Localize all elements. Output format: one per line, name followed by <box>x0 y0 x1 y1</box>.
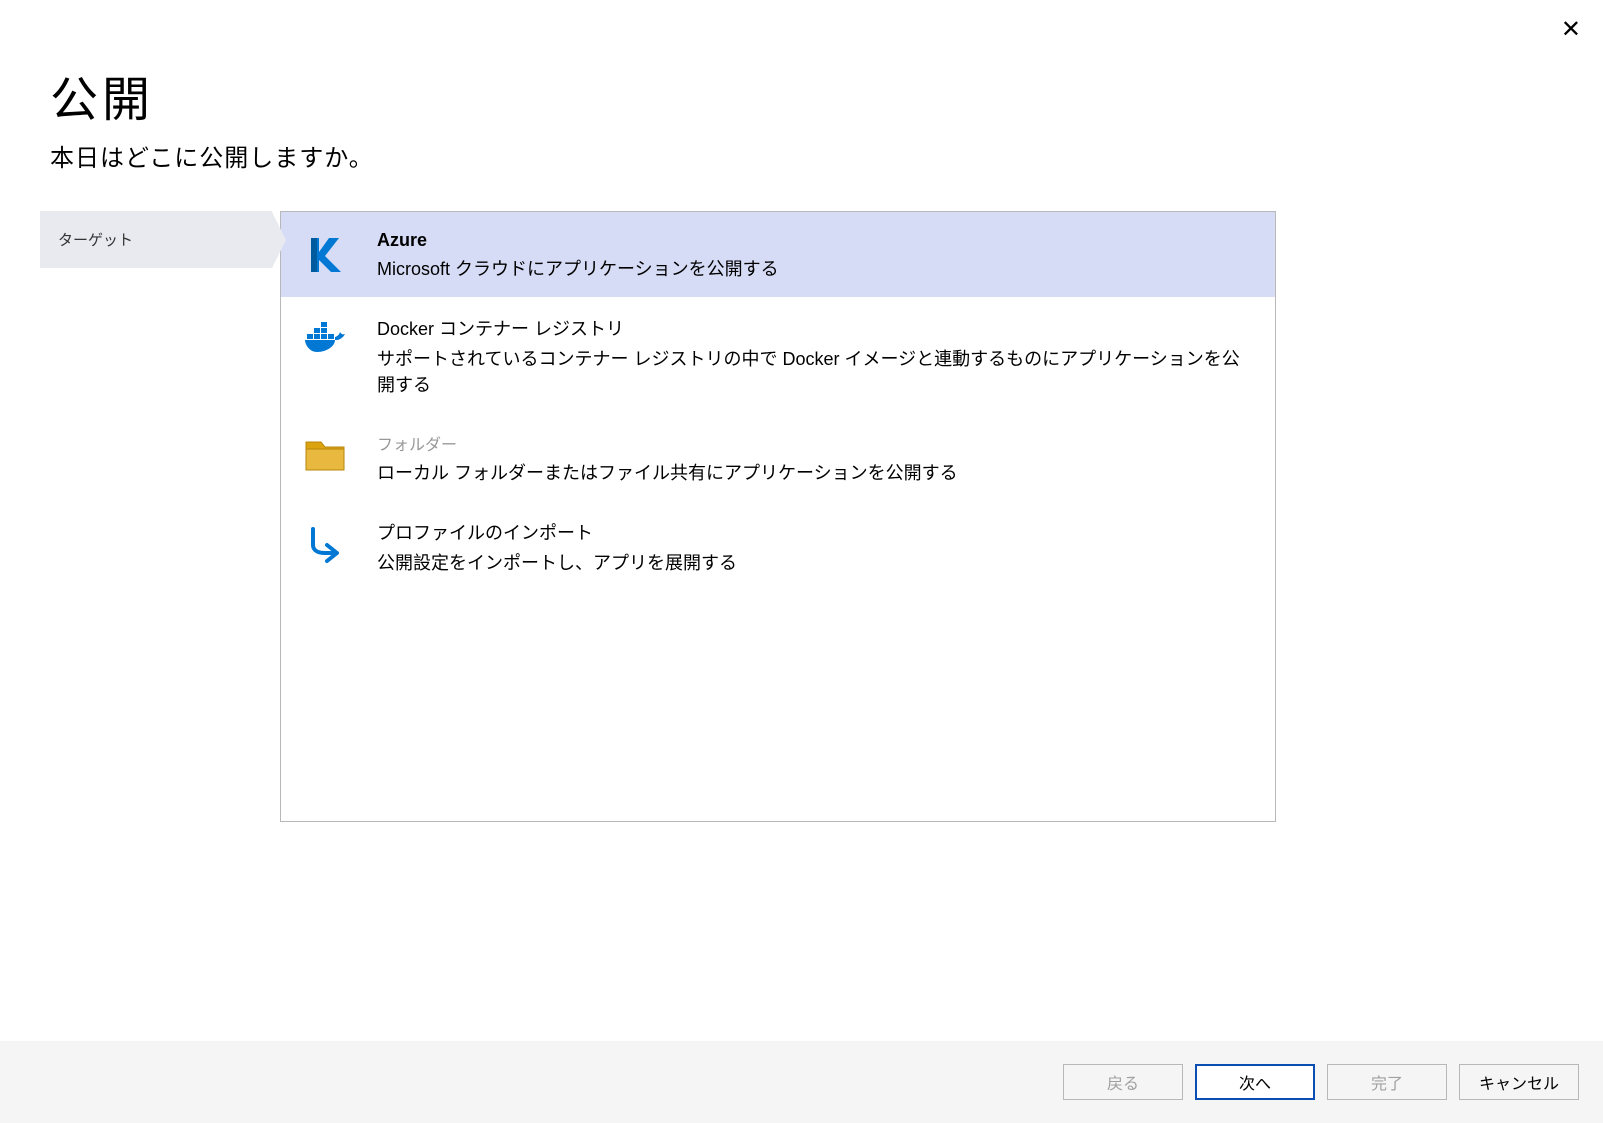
option-title: Docker コンテナー レジストリ <box>377 315 1255 341</box>
option-description: ローカル フォルダーまたはファイル共有にアプリケーションを公開する <box>377 459 1255 485</box>
dialog-header: 公開 本日はどこに公開しますか。 <box>0 0 1603 173</box>
option-import-profile[interactable]: プロファイルのインポート 公開設定をインポートし、アプリを展開する <box>281 501 1275 591</box>
option-title: フォルダー <box>377 431 1255 455</box>
page-subtitle: 本日はどこに公開しますか。 <box>50 138 1603 173</box>
import-arrow-icon <box>303 521 347 565</box>
option-docker[interactable]: Docker コンテナー レジストリ サポートされているコンテナー レジストリの… <box>281 297 1275 413</box>
page-title: 公開 <box>50 60 1603 130</box>
option-description: Microsoft クラウドにアプリケーションを公開する <box>377 255 1255 281</box>
option-folder[interactable]: フォルダー ローカル フォルダーまたはファイル共有にアプリケーションを公開する <box>281 413 1275 501</box>
option-azure[interactable]: Azure Microsoft クラウドにアプリケーションを公開する <box>281 212 1275 297</box>
option-description: サポートされているコンテナー レジストリの中で Docker イメージと連動する… <box>377 345 1255 397</box>
finish-button[interactable]: 完了 <box>1327 1064 1447 1100</box>
option-title: プロファイルのインポート <box>377 519 1255 545</box>
wizard-sidebar: ターゲット <box>40 211 272 822</box>
dialog-footer: 戻る 次へ 完了 キャンセル <box>0 1041 1603 1123</box>
folder-icon <box>303 433 347 477</box>
cancel-button[interactable]: キャンセル <box>1459 1064 1579 1100</box>
next-button[interactable]: 次へ <box>1195 1064 1315 1100</box>
options-panel: Azure Microsoft クラウドにアプリケーションを公開する Dock <box>280 211 1276 822</box>
option-title: Azure <box>377 230 1255 251</box>
back-button[interactable]: 戻る <box>1063 1064 1183 1100</box>
sidebar-item-target[interactable]: ターゲット <box>40 211 272 268</box>
sidebar-item-label: ターゲット <box>58 232 133 249</box>
azure-icon <box>303 232 347 276</box>
docker-icon <box>303 317 347 361</box>
option-description: 公開設定をインポートし、アプリを展開する <box>377 549 1255 575</box>
close-button[interactable]: ✕ <box>1561 18 1581 42</box>
